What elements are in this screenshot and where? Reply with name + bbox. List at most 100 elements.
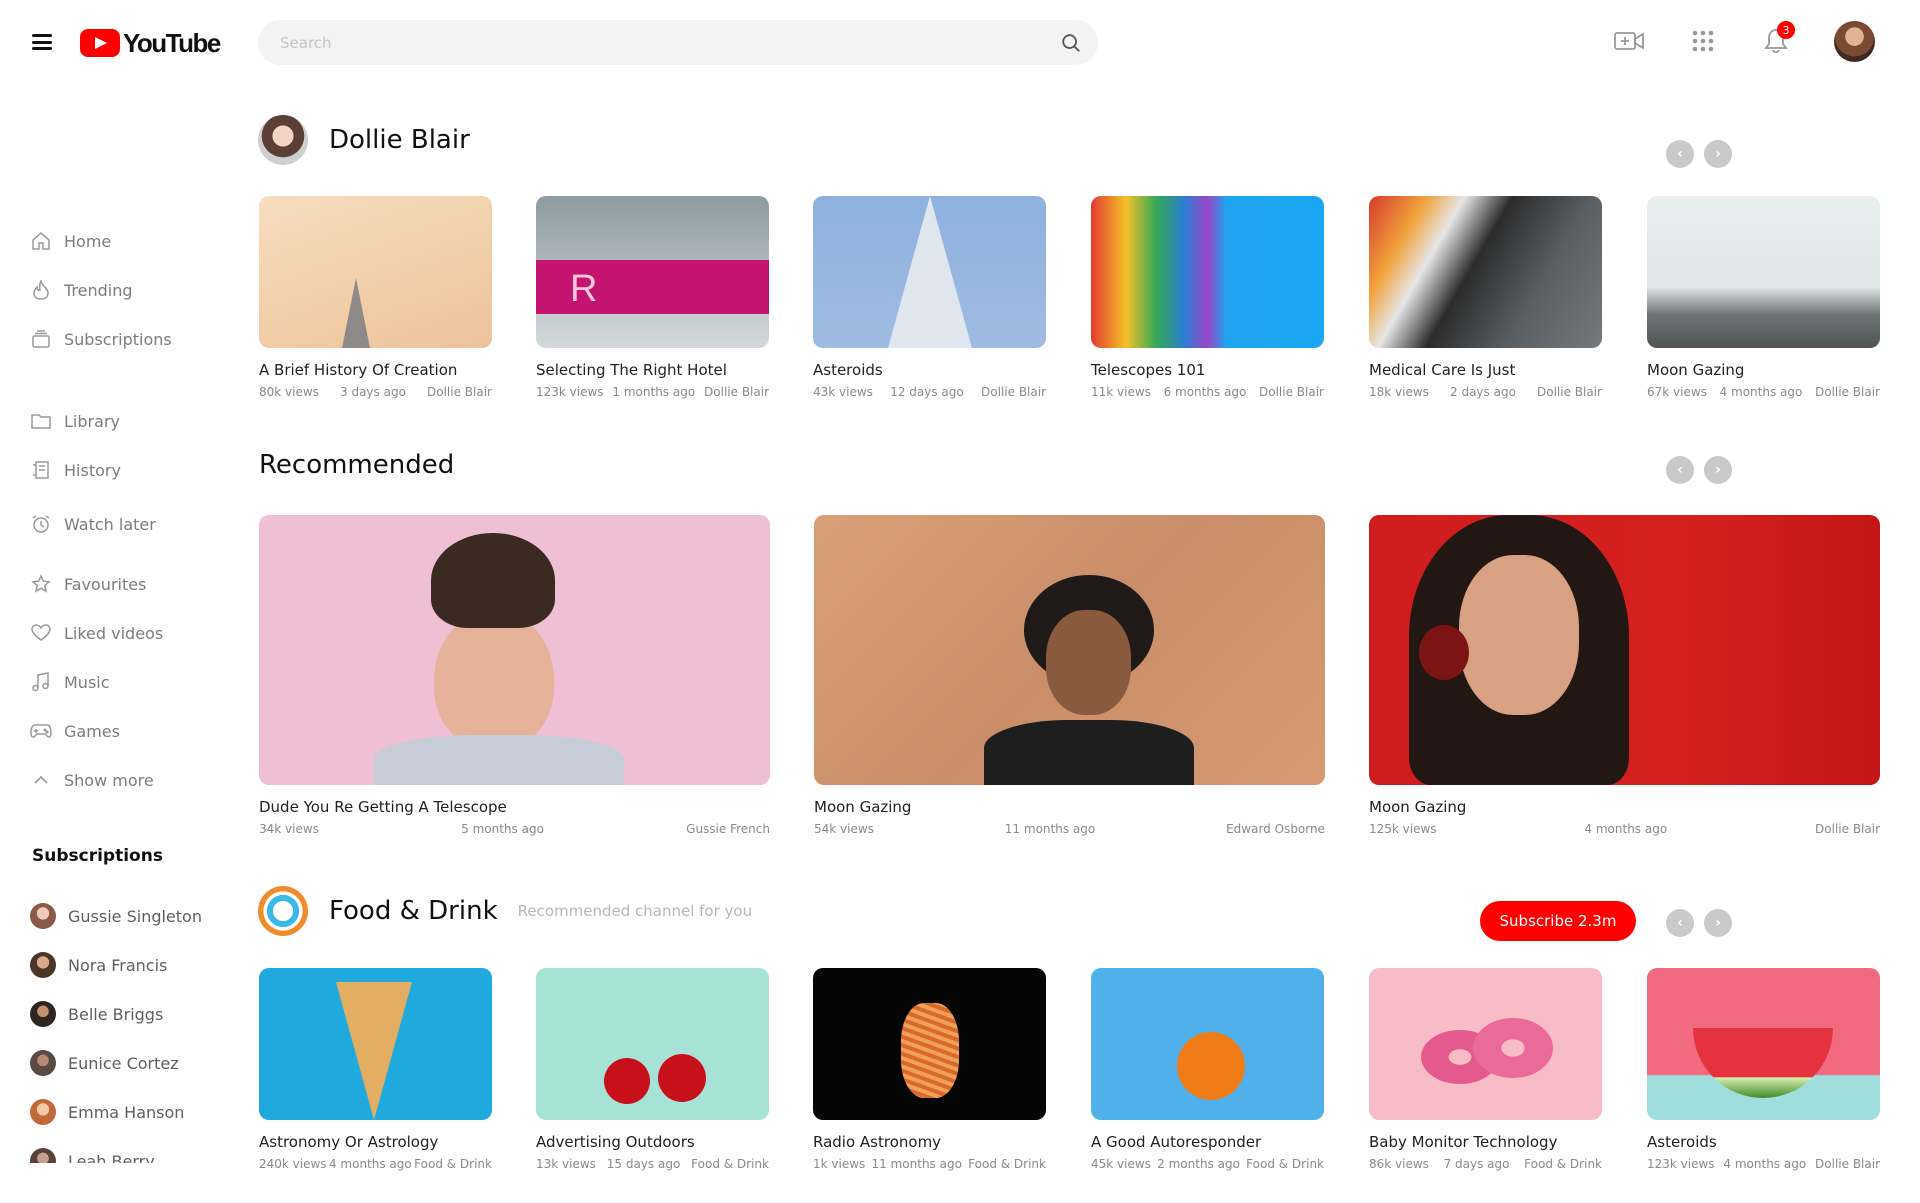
menu-icon[interactable] <box>32 34 52 50</box>
next-button[interactable]: › <box>1704 140 1732 168</box>
sidebar-item-watch-later[interactable]: Watch later <box>30 509 156 539</box>
video-channel[interactable]: Dollie Blair <box>704 385 769 399</box>
video-title[interactable]: A Brief History Of Creation <box>259 361 492 379</box>
video-title[interactable]: Telescopes 101 <box>1091 361 1324 379</box>
apps-grid-icon[interactable] <box>1686 24 1720 58</box>
search-icon[interactable] <box>1060 32 1082 54</box>
video-channel[interactable]: Gussie French <box>686 822 770 836</box>
video-card[interactable]: Advertising Outdoors 13k views 15 days a… <box>536 968 769 1171</box>
channel-title[interactable]: Dollie Blair <box>329 125 470 155</box>
video-channel[interactable]: Food & Drink <box>691 1157 769 1171</box>
channel-avatar[interactable] <box>258 115 308 165</box>
video-title[interactable]: Moon Gazing <box>814 798 1325 816</box>
video-card[interactable]: Asteroids 43k views 12 days ago Dollie B… <box>813 196 1046 399</box>
subscription-item[interactable]: Belle Briggs <box>30 999 163 1029</box>
video-channel[interactable]: Edward Osborne <box>1226 822 1325 836</box>
video-thumbnail[interactable]: R <box>536 196 769 348</box>
video-card[interactable]: Moon Gazing 54k views 11 months ago Edwa… <box>814 515 1325 836</box>
sidebar-item-music[interactable]: Music <box>30 667 110 697</box>
video-thumbnail[interactable] <box>259 196 492 348</box>
video-title[interactable]: Asteroids <box>813 361 1046 379</box>
video-thumbnail[interactable] <box>1369 968 1602 1120</box>
subscription-item[interactable]: Emma Hanson <box>30 1097 184 1127</box>
subscription-item[interactable]: Eunice Cortez <box>30 1048 179 1078</box>
subscription-item[interactable]: Gussie Singleton <box>30 901 202 931</box>
video-card[interactable]: Medical Care Is Just 18k views 2 days ag… <box>1369 196 1602 399</box>
video-thumbnail[interactable] <box>259 968 492 1120</box>
youtube-logo[interactable]: YouTube <box>80 28 221 58</box>
video-channel[interactable]: Food & Drink <box>1246 1157 1324 1171</box>
video-card[interactable]: Baby Monitor Technology 86k views 7 days… <box>1369 968 1602 1171</box>
video-title[interactable]: Asteroids <box>1647 1133 1880 1151</box>
sidebar-item-home[interactable]: Home <box>30 226 111 256</box>
video-thumbnail[interactable] <box>259 515 770 785</box>
video-title[interactable]: Radio Astronomy <box>813 1133 1046 1151</box>
video-thumbnail[interactable] <box>1091 968 1324 1120</box>
sidebar-item-library[interactable]: Library <box>30 406 120 436</box>
video-card[interactable]: Dude You Re Getting A Telescope 34k view… <box>259 515 770 836</box>
video-thumbnail[interactable] <box>814 515 1325 785</box>
video-channel[interactable]: Dollie Blair <box>1815 822 1880 836</box>
prev-button[interactable]: ‹ <box>1666 140 1694 168</box>
video-title[interactable]: A Good Autoresponder <box>1091 1133 1324 1151</box>
notifications-button[interactable]: 3 <box>1759 21 1795 58</box>
subscription-item[interactable]: Leah Berry <box>30 1146 155 1163</box>
user-avatar[interactable] <box>1834 21 1875 62</box>
video-card[interactable]: A Good Autoresponder 45k views 2 months … <box>1091 968 1324 1171</box>
video-camera-icon[interactable] <box>1612 24 1646 58</box>
video-title[interactable]: Medical Care Is Just <box>1369 361 1602 379</box>
video-channel[interactable]: Food & Drink <box>1524 1157 1602 1171</box>
video-title[interactable]: Dude You Re Getting A Telescope <box>259 798 770 816</box>
video-title[interactable]: Advertising Outdoors <box>536 1133 769 1151</box>
video-title[interactable]: Astronomy Or Astrology <box>259 1133 492 1151</box>
video-card[interactable]: R Selecting The Right Hotel 123k views 1… <box>536 196 769 399</box>
video-channel[interactable]: Dollie Blair <box>1815 385 1880 399</box>
video-title[interactable]: Moon Gazing <box>1369 798 1880 816</box>
prev-button[interactable]: ‹ <box>1666 909 1694 937</box>
next-button[interactable]: › <box>1704 909 1732 937</box>
sidebar-item-subscriptions[interactable]: Subscriptions <box>30 324 172 354</box>
video-thumbnail[interactable] <box>813 196 1046 348</box>
video-thumbnail[interactable] <box>536 968 769 1120</box>
video-channel[interactable]: Food & Drink <box>968 1157 1046 1171</box>
star-icon <box>30 573 52 595</box>
chevron-up-icon <box>30 769 52 791</box>
sidebar-item-games[interactable]: Games <box>30 716 120 746</box>
subscribe-button[interactable]: Subscribe 2.3m <box>1480 901 1636 941</box>
search-input[interactable] <box>280 20 1040 65</box>
video-views: 11k views <box>1091 385 1151 399</box>
video-card[interactable]: Asteroids 123k views 4 months ago Dollie… <box>1647 968 1880 1171</box>
video-thumbnail[interactable] <box>1647 968 1880 1120</box>
sidebar-item-trending[interactable]: Trending <box>30 275 133 305</box>
channel-title[interactable]: Food & Drink <box>329 896 498 926</box>
video-card[interactable]: Moon Gazing 67k views 4 months ago Dolli… <box>1647 196 1880 399</box>
subscription-item[interactable]: Nora Francis <box>30 950 167 980</box>
video-channel[interactable]: Dollie Blair <box>1537 385 1602 399</box>
video-title[interactable]: Selecting The Right Hotel <box>536 361 769 379</box>
prev-button[interactable]: ‹ <box>1666 456 1694 484</box>
channel-avatar[interactable] <box>258 886 308 936</box>
video-thumbnail[interactable] <box>1091 196 1324 348</box>
video-card[interactable]: Astronomy Or Astrology 240k views 4 mont… <box>259 968 492 1171</box>
video-channel[interactable]: Dollie Blair <box>1815 1157 1880 1171</box>
video-thumbnail[interactable] <box>1647 196 1880 348</box>
sidebar-item-show-more[interactable]: Show more <box>30 765 154 795</box>
video-title[interactable]: Moon Gazing <box>1647 361 1880 379</box>
video-channel[interactable]: Food & Drink <box>414 1157 492 1171</box>
search-bar <box>258 20 1098 65</box>
video-channel[interactable]: Dollie Blair <box>1259 385 1324 399</box>
video-thumbnail[interactable] <box>1369 515 1880 785</box>
video-thumbnail[interactable] <box>1369 196 1602 348</box>
video-title[interactable]: Baby Monitor Technology <box>1369 1133 1602 1151</box>
next-button[interactable]: › <box>1704 456 1732 484</box>
sidebar-item-history[interactable]: History <box>30 455 121 485</box>
video-thumbnail[interactable] <box>813 968 1046 1120</box>
video-card[interactable]: Radio Astronomy 1k views 11 months ago F… <box>813 968 1046 1171</box>
sidebar-item-liked-videos[interactable]: Liked videos <box>30 618 163 648</box>
video-channel[interactable]: Dollie Blair <box>427 385 492 399</box>
video-card[interactable]: Telescopes 101 11k views 6 months ago Do… <box>1091 196 1324 399</box>
video-channel[interactable]: Dollie Blair <box>981 385 1046 399</box>
video-card[interactable]: A Brief History Of Creation 80k views 3 … <box>259 196 492 399</box>
sidebar-item-favourites[interactable]: Favourites <box>30 569 146 599</box>
video-card[interactable]: Moon Gazing 125k views 4 months ago Doll… <box>1369 515 1880 836</box>
